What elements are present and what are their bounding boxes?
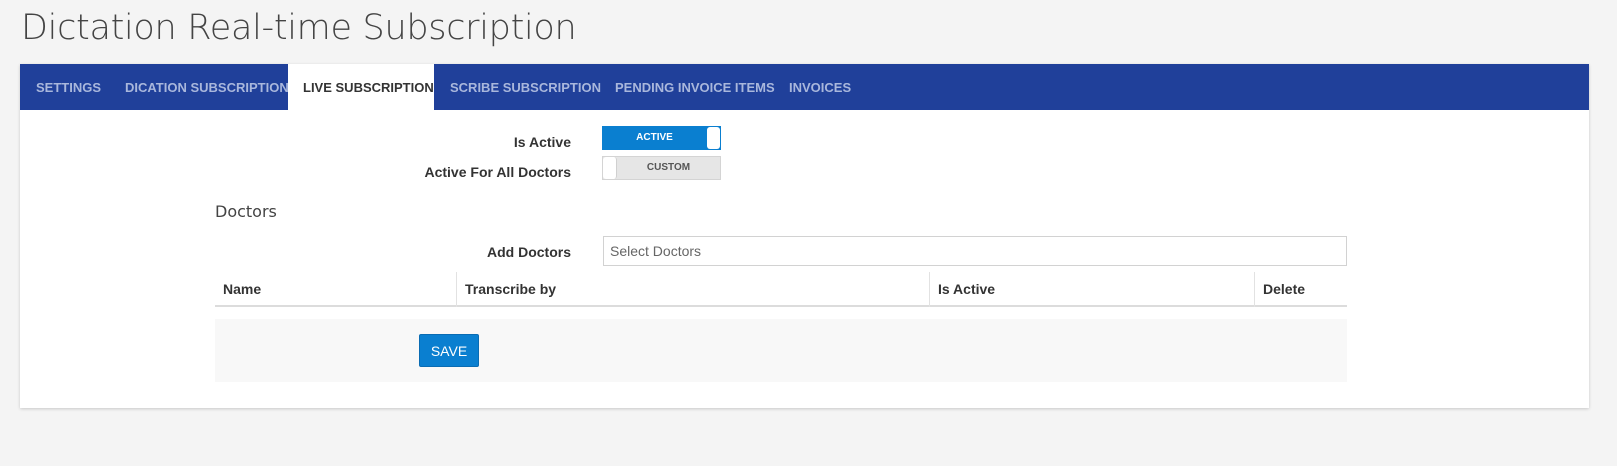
page-title: Dictation Real-time Subscription (21, 8, 577, 48)
tab-live-subscription[interactable]: LIVE SUBSCRIPTION (288, 64, 434, 110)
subscription-card: SETTINGS DICATION SUBSCRIPTION LIVE SUBS… (20, 64, 1589, 408)
add-doctors-label: Add Doctors (487, 244, 571, 260)
column-header-is-active: Is Active (929, 272, 1254, 307)
toggle-knob (603, 157, 617, 179)
active-for-all-doctors-label: Active For All Doctors (424, 164, 571, 180)
active-for-all-doctors-toggle[interactable]: CUSTOM (602, 156, 721, 180)
tab-settings[interactable]: SETTINGS (20, 64, 109, 110)
tab-invoices[interactable]: INVOICES (774, 64, 874, 110)
toggle-knob (707, 127, 720, 149)
tab-scribe-subscription[interactable]: SCRIBE SUBSCRIPTION (434, 64, 601, 110)
tab-bar: SETTINGS DICATION SUBSCRIPTION LIVE SUBS… (20, 64, 1589, 110)
column-header-name: Name (223, 281, 262, 297)
is-active-toggle-text: ACTIVE (636, 132, 673, 143)
tab-pending-invoice-items[interactable]: PENDING INVOICE ITEMS (599, 64, 775, 110)
save-button[interactable]: SAVE (419, 334, 479, 367)
active-for-all-toggle-text: CUSTOM (646, 162, 691, 173)
column-header-transcribe-by: Transcribe by (456, 272, 929, 307)
select-doctors-input[interactable] (603, 236, 1347, 266)
is-active-label: Is Active (513, 134, 571, 150)
is-active-toggle[interactable]: ACTIVE (602, 126, 721, 150)
tab-dication-subscription[interactable]: DICATION SUBSCRIPTION (109, 64, 289, 110)
doctors-section-title: Doctors (215, 202, 277, 221)
column-header-delete: Delete (1254, 272, 1347, 307)
form-actions: SAVE (215, 319, 1347, 382)
doctors-table-header: Name Transcribe by Is Active Delete (215, 272, 1347, 307)
